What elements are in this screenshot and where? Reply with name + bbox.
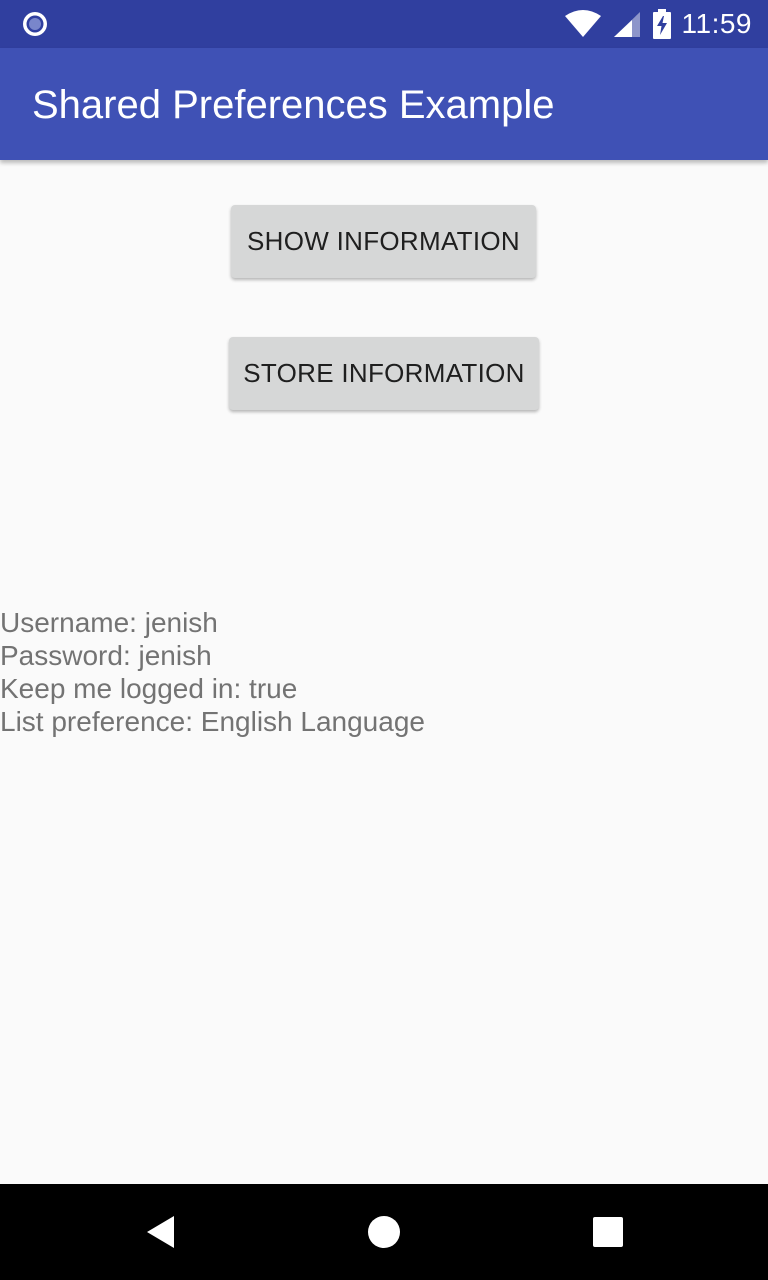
status-time: 11:59	[681, 8, 752, 39]
store-information-button[interactable]: STORE INFORMATION	[229, 337, 539, 410]
password-text: Password: jenish	[0, 640, 212, 671]
signal-icon	[613, 12, 640, 37]
recents-icon[interactable]	[590, 1214, 626, 1250]
home-icon[interactable]	[366, 1214, 402, 1250]
notification-circle-icon	[23, 12, 47, 36]
show-information-button[interactable]: SHOW INFORMATION	[231, 205, 536, 278]
preferences-info: Username: jenish Password: jenish Keep m…	[0, 606, 760, 738]
username-text: Username: jenish	[0, 607, 218, 638]
wifi-icon	[564, 10, 601, 37]
screen: 11:59 Shared Preferences Example SHOW IN…	[0, 0, 768, 1280]
navigation-bar	[0, 1184, 768, 1280]
app-bar: Shared Preferences Example	[0, 48, 768, 160]
app-title: Shared Preferences Example	[32, 83, 555, 127]
status-bar: 11:59	[0, 0, 768, 48]
list-preference-text: List preference: English Language	[0, 706, 425, 737]
status-icons: 11:59	[564, 0, 753, 48]
back-icon[interactable]	[144, 1214, 180, 1250]
keep-logged-in-text: Keep me logged in: true	[0, 673, 298, 704]
battery-charging-icon	[652, 9, 671, 39]
